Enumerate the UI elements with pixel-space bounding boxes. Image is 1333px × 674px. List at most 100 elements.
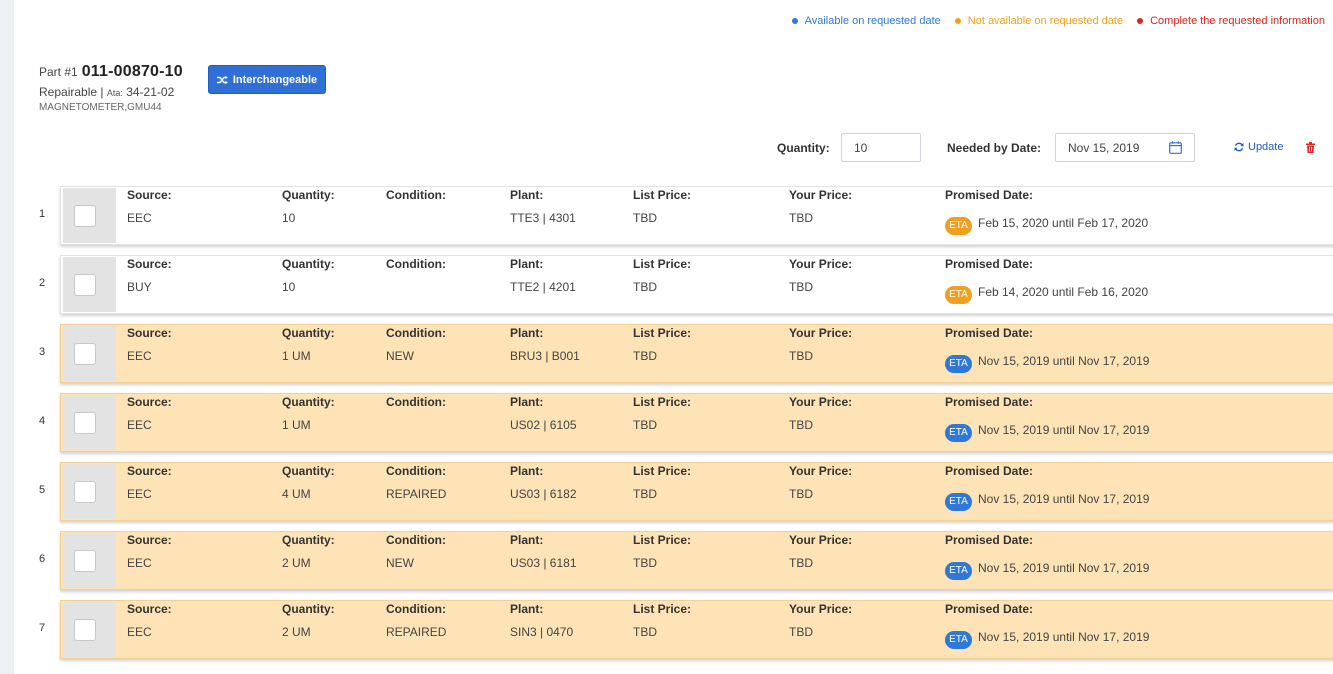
quantity-field: Quantity: 2 UM [282,533,335,570]
condition-field: Condition: [386,257,446,280]
list-price-label: List Price: [633,533,692,547]
legend-incomplete-label: Complete the requested information [1150,15,1325,27]
checkbox-column [63,464,116,519]
condition-label: Condition: [386,602,446,616]
list-price-field: List Price: TBD [633,257,691,294]
quantity-field: Quantity: 4 UM [282,464,335,501]
checkbox-column [63,533,116,588]
part-title: Part #1 011-00870-10 [39,63,183,81]
row-number: 4 [39,415,46,427]
promised-date-text: Nov 15, 2019 until Nov 17, 2019 [978,354,1150,368]
eta-badge: ETA [945,631,972,649]
plant-value: TTE3 | 4301 [510,211,576,225]
plant-field: Plant: US03 | 6181 [510,533,577,570]
your-price-field: Your Price: TBD [789,326,852,363]
your-price-field: Your Price: TBD [789,257,852,294]
checkbox-column [63,602,116,657]
calendar-icon[interactable] [1169,141,1182,154]
source-field: Source: BUY [127,257,172,294]
list-price-value: TBD [633,487,657,501]
condition-label: Condition: [386,257,446,271]
needed-by-date-input[interactable]: Nov 15, 2019 [1055,133,1195,162]
plant-value: US02 | 6105 [510,418,577,432]
your-price-value: TBD [789,280,813,294]
trash-icon[interactable] [1306,142,1315,153]
update-label: Update [1248,141,1284,153]
legend-dot-not-available [954,18,961,24]
part-header: Part #1 011-00870-10 Repairable | Ata: 3… [39,63,183,113]
legend-dot-incomplete [1137,18,1144,24]
promised-date-field: Promised Date: ETA Nov 15, 2019 until No… [945,395,1149,442]
availability-card[interactable]: Source: EEC Quantity: 1 UM Condition: NE… [60,324,1333,383]
availability-card[interactable]: Source: EEC Quantity: 1 UM Condition: Pl… [60,393,1333,452]
availability-card[interactable]: Source: BUY Quantity: 10 Condition: Plan… [60,255,1333,314]
plant-field: Plant: TTE3 | 4301 [510,188,576,225]
interchangeable-button[interactable]: Interchangeable [208,65,326,94]
your-price-value: TBD [789,418,813,432]
quantity-value: 2 UM [282,625,311,639]
eta-badge: ETA [945,562,972,580]
availability-card[interactable]: Source: EEC Quantity: 2 UM Condition: RE… [60,600,1333,659]
availability-card[interactable]: Source: EEC Quantity: 10 Condition: Plan… [60,186,1333,245]
list-price-field: List Price: TBD [633,188,691,225]
update-button[interactable]: Update [1234,141,1283,153]
part-description: MAGNETOMETER,GMU44 [39,102,162,113]
row-checkbox[interactable] [74,412,96,434]
condition-field: Condition: NEW [386,533,446,570]
legend-not-available-label: Not available on requested date [967,15,1124,27]
source-value: EEC [127,556,152,570]
quantity-field: Quantity: 1 UM [282,326,335,363]
condition-field: Condition: [386,395,446,418]
promised-date-text: Nov 15, 2019 until Nov 17, 2019 [978,423,1150,437]
list-item: 2 Source: BUY Quantity: 10 Condition: Pl… [0,255,1333,314]
quantity-field: Quantity: 2 UM [282,602,335,639]
shuffle-icon [216,75,228,84]
condition-label: Condition: [386,188,446,202]
part-number: 011-00870-10 [81,63,183,80]
promised-date-text: Nov 15, 2019 until Nov 17, 2019 [978,561,1150,575]
refresh-icon [1234,142,1244,152]
your-price-field: Your Price: TBD [789,533,852,570]
part-type: Repairable | [39,85,104,99]
availability-card[interactable]: Source: EEC Quantity: 4 UM Condition: RE… [60,462,1333,521]
row-checkbox[interactable] [74,274,96,296]
row-checkbox[interactable] [74,619,96,641]
promised-date-value: ETA Nov 15, 2019 until Nov 17, 2019 [945,487,1149,511]
row-checkbox[interactable] [74,343,96,365]
source-value: EEC [127,625,152,639]
plant-field: Plant: US03 | 6182 [510,464,577,501]
source-field: Source: EEC [127,464,172,501]
availability-card[interactable]: Source: EEC Quantity: 2 UM Condition: NE… [60,531,1333,590]
plant-label: Plant: [510,464,544,478]
plant-label: Plant: [510,602,544,616]
row-checkbox[interactable] [74,550,96,572]
status-legend: Available on requested date Not availabl… [791,15,1325,27]
row-checkbox[interactable] [74,481,96,503]
plant-label: Plant: [510,188,544,202]
quantity-label: Quantity: [282,395,335,409]
promised-date-label: Promised Date: [945,188,1034,202]
source-label: Source: [127,326,172,340]
promised-date-field: Promised Date: ETA Feb 14, 2020 until Fe… [945,257,1148,304]
your-price-label: Your Price: [789,326,853,340]
legend-dot-available [791,18,798,24]
source-field: Source: EEC [127,188,172,225]
source-label: Source: [127,257,172,271]
quantity-field: Quantity: 10 [282,188,335,225]
list-price-value: TBD [633,556,657,570]
source-field: Source: EEC [127,395,172,432]
your-price-value: TBD [789,625,813,639]
promised-date-text: Nov 15, 2019 until Nov 17, 2019 [978,492,1150,506]
condition-field: Condition: REPAIRED [386,464,446,501]
part-meta: Repairable | Ata: 34-21-02 [39,85,183,99]
source-field: Source: EEC [127,602,172,639]
source-label: Source: [127,533,172,547]
promised-date-field: Promised Date: ETA Nov 15, 2019 until No… [945,464,1149,511]
condition-label: Condition: [386,464,446,478]
source-label: Source: [127,188,172,202]
source-value: EEC [127,487,152,501]
row-checkbox[interactable] [74,205,96,227]
quantity-value: 1 UM [282,349,311,363]
quantity-input[interactable] [841,133,921,162]
promised-date-label: Promised Date: [945,602,1034,616]
